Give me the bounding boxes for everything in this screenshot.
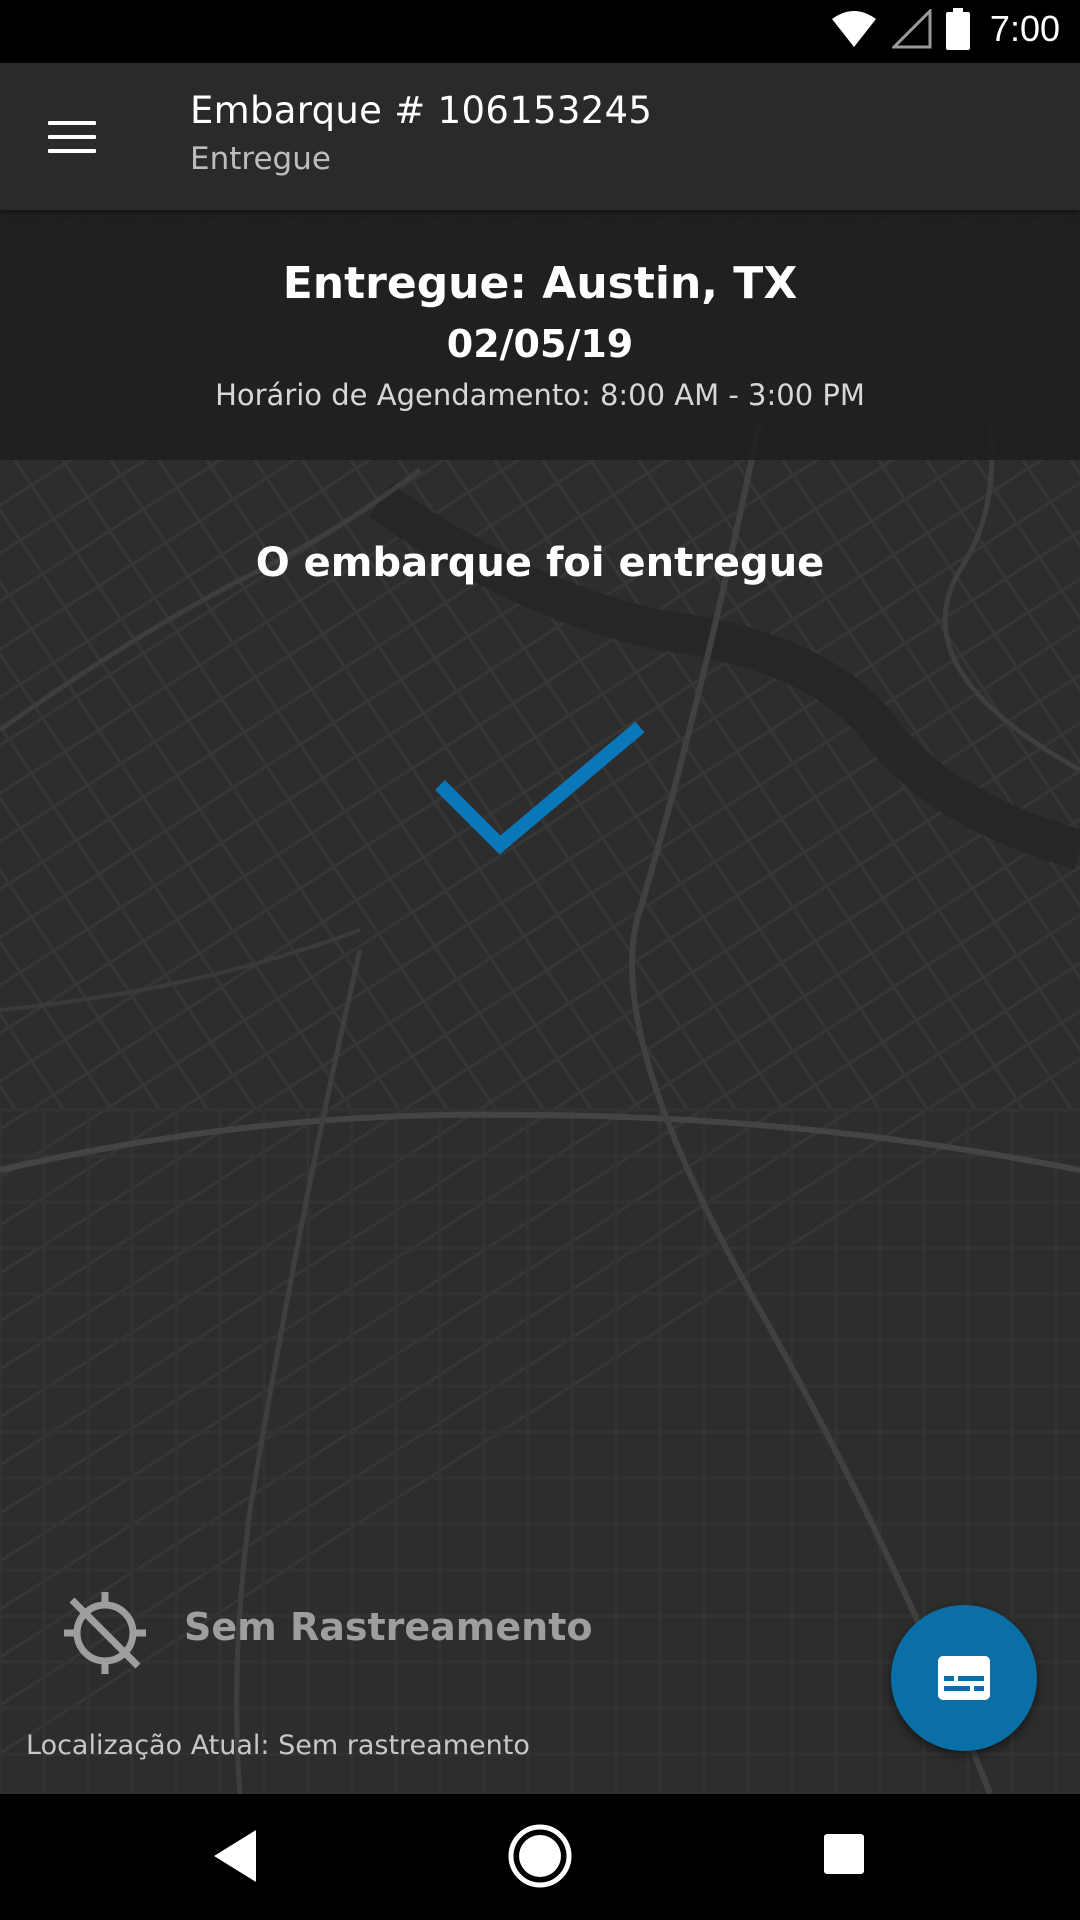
current-location-text: Localização Atual: Sem rastreamento xyxy=(26,1730,530,1761)
status-time: 7:00 xyxy=(989,8,1060,49)
status-bar: 7:00 xyxy=(0,0,1080,63)
location-disabled-icon xyxy=(64,1592,146,1674)
checkmark-icon xyxy=(435,721,645,855)
recents-icon[interactable] xyxy=(822,1832,866,1876)
wifi-icon xyxy=(831,11,876,47)
app-bar: Embarque # 106153245 Entregue xyxy=(0,63,1080,210)
shipment-title: Embarque # 106153245 xyxy=(190,89,653,132)
battery-icon xyxy=(945,8,970,50)
cell-signal-icon xyxy=(891,9,932,49)
delivered-message: O embarque foi entregue xyxy=(255,540,825,586)
schedule-window: Horário de Agendamento: 8:00 AM - 3:00 P… xyxy=(215,378,865,412)
menu-button[interactable] xyxy=(46,115,102,159)
subtitles-fab-button[interactable] xyxy=(891,1605,1037,1751)
delivery-date: 02/05/19 xyxy=(446,322,634,366)
home-icon[interactable] xyxy=(508,1824,572,1888)
delivery-location: Entregue: Austin, TX xyxy=(282,258,798,309)
tracking-status-label: Sem Rastreamento xyxy=(184,1605,593,1649)
hamburger-menu-icon xyxy=(46,115,102,159)
shipment-status: Entregue xyxy=(190,141,331,177)
subtitles-icon xyxy=(938,1656,990,1700)
screen: 7:00 Embarque # 106153245 Entregue Entre… xyxy=(0,0,1080,1920)
system-nav-bar xyxy=(0,1794,1080,1920)
delivery-info-panel: Entregue: Austin, TX 02/05/19 Horário de… xyxy=(0,210,1080,460)
status-icons: 7:00 xyxy=(830,8,1060,50)
back-icon[interactable] xyxy=(210,1828,260,1884)
